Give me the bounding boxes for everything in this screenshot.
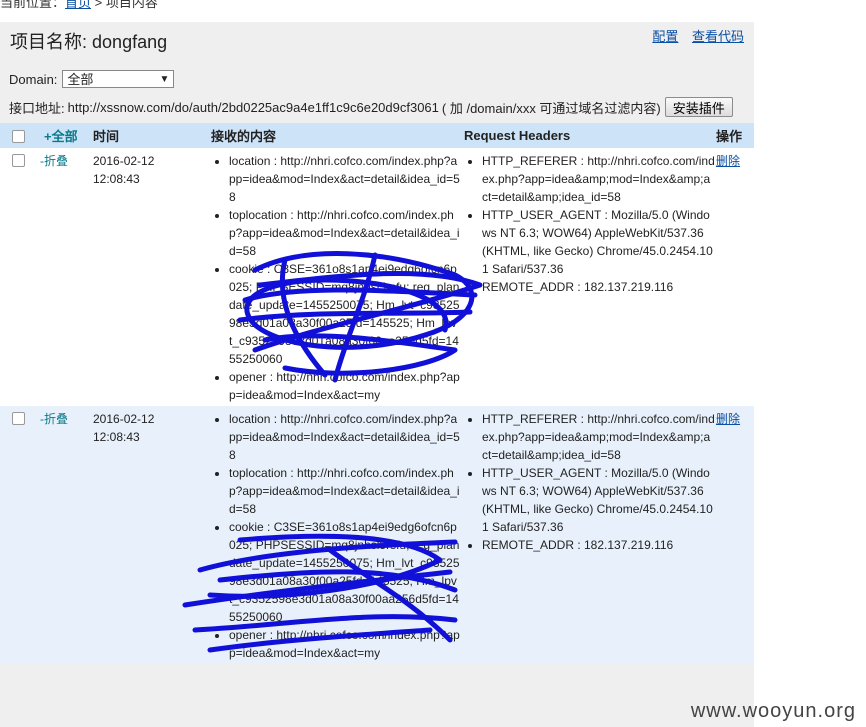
install-plugin-button[interactable]: 安装插件 (664, 97, 733, 117)
api-hint: ( 加 /domain/xxx 可通过域名过滤内容) (441, 100, 661, 116)
list-item: REMOTE_ADDR : 182.137.219.116 (482, 278, 716, 296)
content-list: location : http://nhri.cofco.com/index.p… (211, 410, 460, 662)
api-url: http://xssnow.com/do/auth/2bd0225ac9a4e1… (67, 99, 439, 115)
actions-header: 操作 (716, 123, 754, 148)
table-row: -折叠 2016-02-12 12:08:43 location : http:… (0, 148, 754, 406)
table-row: -折叠 2016-02-12 12:08:43 location : http:… (0, 406, 754, 664)
request-headers-list: HTTP_REFERER : http://nhri.cofco.com/ind… (464, 410, 716, 554)
watermark: www.wooyun.org (690, 700, 856, 722)
domain-label: Domain: (9, 71, 58, 87)
row-date: 2016-02-12 (93, 154, 155, 168)
list-item: toplocation : http://nhri.cofco.com/inde… (229, 206, 460, 260)
row-time: 12:08:43 (93, 172, 140, 186)
request-headers-list: HTTP_REFERER : http://nhri.cofco.com/ind… (464, 152, 716, 296)
dropdown-arrow-icon: ▼ (159, 74, 170, 85)
row-date: 2016-02-12 (93, 412, 155, 426)
domain-selected-value: 全部 (67, 72, 94, 87)
breadcrumb-suffix: > 项目内容 (91, 0, 158, 10)
delete-link[interactable]: 删除 (716, 412, 740, 426)
page-title: 项目名称: dongfang (10, 28, 167, 54)
row-time: 12:08:43 (93, 430, 140, 444)
project-name: dongfang (92, 32, 168, 52)
list-item: location : http://nhri.cofco.com/index.p… (229, 410, 460, 464)
list-item: HTTP_USER_AGENT : Mozilla/5.0 (Windows N… (482, 464, 716, 536)
time-header: 时间 (93, 123, 211, 148)
breadcrumb-prefix: 当前位置： (0, 0, 66, 10)
list-item: opener : http://nhri.cofco.com/index.php… (229, 368, 460, 404)
row-timestamp: 2016-02-12 12:08:43 (93, 148, 211, 406)
domain-filter: Domain: 全部 ▼ (9, 70, 175, 88)
domain-select[interactable]: 全部 ▼ (62, 70, 175, 88)
request-headers-header: Request Headers (464, 123, 716, 148)
row-timestamp: 2016-02-12 12:08:43 (93, 406, 211, 664)
config-link[interactable]: 配置 (652, 29, 678, 44)
delete-link[interactable]: 删除 (716, 154, 740, 168)
project-panel: 项目名称: dongfang 配置 查看代码 Domain: 全部 ▼ 接口地址… (0, 22, 754, 727)
list-item: HTTP_REFERER : http://nhri.cofco.com/ind… (482, 410, 716, 464)
list-item: toplocation : http://nhri.cofco.com/inde… (229, 464, 460, 518)
content-list: location : http://nhri.cofco.com/index.p… (211, 152, 460, 404)
collapse-toggle[interactable]: -折叠 (40, 412, 68, 426)
list-item: HTTP_USER_AGENT : Mozilla/5.0 (Windows N… (482, 206, 716, 278)
breadcrumb: 当前位置：首页 > 项目内容 (0, 0, 158, 11)
row-checkbox[interactable] (12, 154, 25, 167)
api-label: 接口地址: (9, 100, 65, 116)
row-checkbox[interactable] (12, 412, 25, 425)
table-header-row: +全部 时间 接收的内容 Request Headers 操作 (0, 123, 754, 148)
project-title-label: 项目名称: (10, 32, 88, 52)
view-code-link[interactable]: 查看代码 (692, 29, 744, 44)
list-item: cookie : C3SE=361o8s1ap4ei9edg6ofcn6p025… (229, 518, 460, 626)
collapse-toggle[interactable]: -折叠 (40, 154, 68, 168)
list-item: REMOTE_ADDR : 182.137.219.116 (482, 536, 716, 554)
list-item: location : http://nhri.cofco.com/index.p… (229, 152, 460, 206)
records-table: +全部 时间 接收的内容 Request Headers 操作 -折叠 2016… (0, 123, 754, 664)
list-item: cookie : C3SE=361o8s1ap4ei9edg6ofcn6p025… (229, 260, 460, 368)
api-address-row: 接口地址: http://xssnow.com/do/auth/2bd0225a… (9, 97, 733, 117)
breadcrumb-home-link[interactable]: 首页 (65, 0, 91, 10)
top-links: 配置 查看代码 (642, 26, 744, 45)
list-item: HTTP_REFERER : http://nhri.cofco.com/ind… (482, 152, 716, 206)
content-header: 接收的内容 (211, 123, 464, 148)
list-item: opener : http://nhri.cofco.com/index.php… (229, 626, 460, 662)
select-all-checkbox[interactable] (12, 130, 25, 144)
expand-all-toggle[interactable]: +全部 (40, 129, 78, 144)
